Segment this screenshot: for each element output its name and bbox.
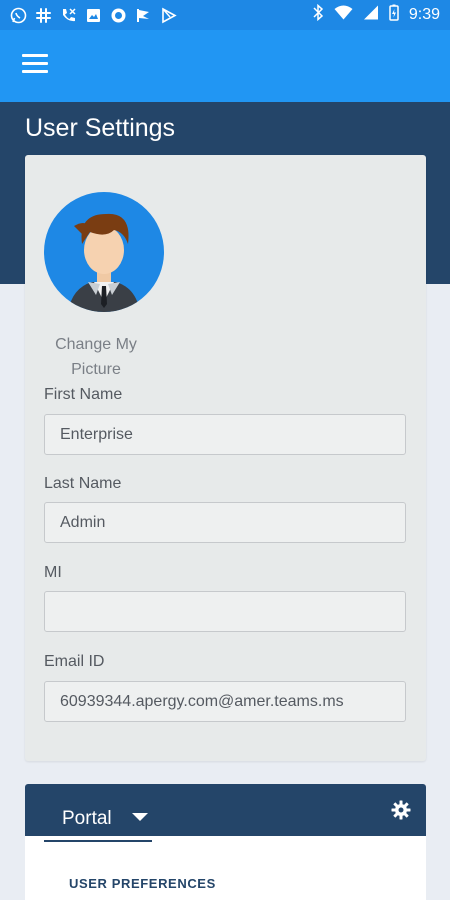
first-name-field[interactable] (44, 414, 406, 455)
slack-icon (35, 7, 52, 24)
last-name-label: Last Name (44, 475, 122, 492)
email-field[interactable] (44, 681, 406, 722)
portal-card: Portal USER PREFERENCES (25, 784, 426, 900)
bluetooth-icon (312, 3, 324, 26)
email-label: Email ID (44, 653, 105, 670)
portal-tab-dropdown[interactable]: Portal (62, 808, 148, 830)
gallery-icon (85, 7, 102, 24)
mi-field[interactable] (44, 591, 406, 632)
app-bar (0, 30, 450, 102)
signal-icon (363, 5, 379, 25)
user-preferences-heading: USER PREFERENCES (69, 876, 216, 891)
active-tab-indicator (44, 840, 152, 842)
hamburger-menu-icon[interactable] (22, 54, 48, 76)
profile-card: Change My Picture First Name Last Name M… (25, 155, 426, 761)
portal-header: Portal (25, 784, 426, 836)
avatar[interactable] (44, 192, 164, 312)
wifi-icon (334, 5, 353, 25)
wifi-call-icon (60, 7, 77, 24)
battery-icon (389, 4, 399, 26)
first-name-label: First Name (44, 386, 123, 403)
mi-label: MI (44, 564, 62, 581)
caret-down-icon (131, 813, 148, 821)
last-name-field[interactable] (44, 502, 406, 543)
status-bar: 9:39 (0, 0, 450, 30)
portal-tab-label: Portal (62, 808, 112, 829)
circle-app-icon (110, 7, 127, 24)
play-store-icon (160, 7, 177, 24)
notification-icons (10, 7, 177, 24)
flag-icon (135, 7, 152, 24)
page-title: User Settings (25, 114, 176, 142)
change-picture-link[interactable]: Change My Picture (43, 332, 149, 382)
clock: 9:39 (408, 6, 440, 23)
gear-icon[interactable] (391, 800, 411, 820)
avatar-illustration (68, 213, 140, 312)
system-status: 9:39 (312, 3, 440, 26)
whatsapp-icon (10, 7, 27, 24)
